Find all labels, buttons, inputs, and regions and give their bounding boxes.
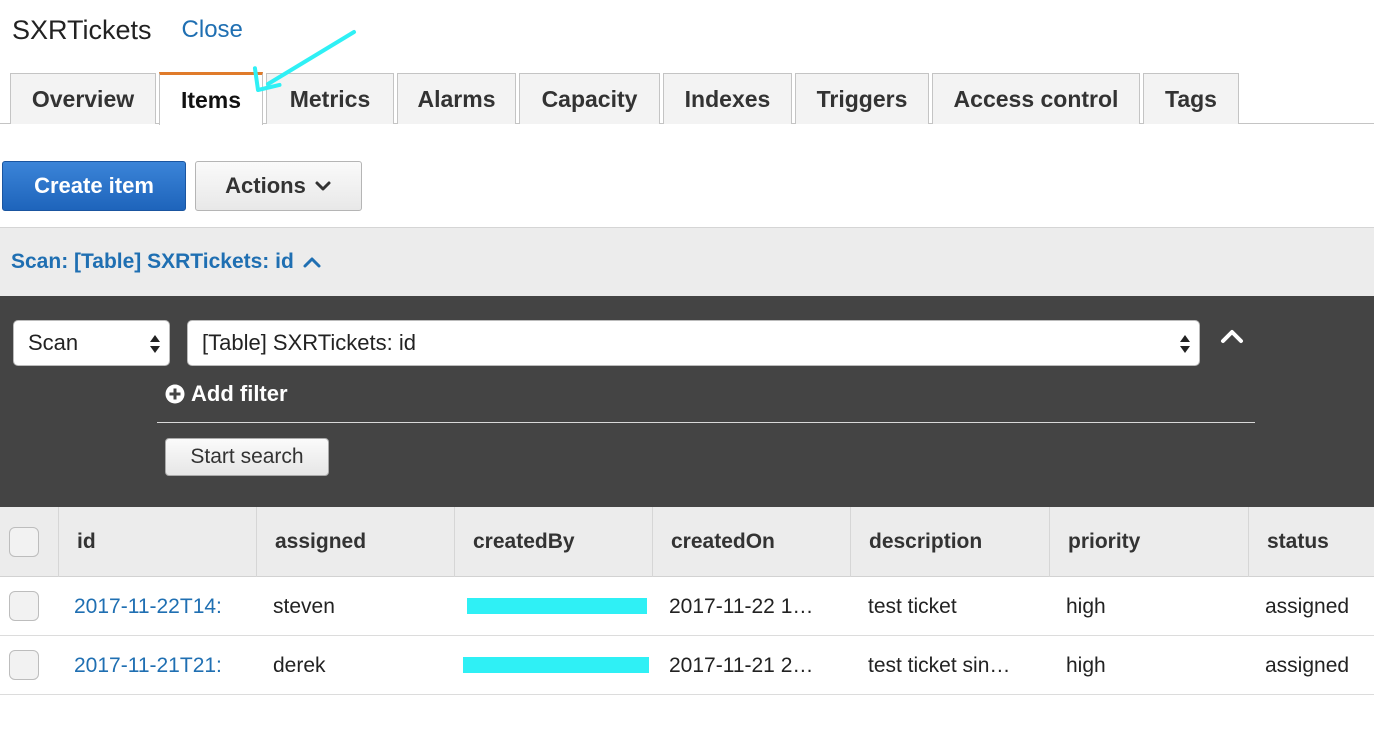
updown-arrows-icon [1180, 335, 1190, 353]
create-item-button[interactable]: Create item [2, 161, 186, 211]
table-index-value: [Table] SXRTickets: id [202, 330, 416, 355]
column-header-createdby[interactable]: createdBy [454, 507, 652, 577]
table-row[interactable]: 2017-11-21T21: derek 2017-11-21 2… test … [0, 636, 1374, 695]
tab-indexes[interactable]: Indexes [663, 73, 792, 124]
column-header-description[interactable]: description [850, 507, 1049, 577]
cell-createdon: 2017-11-22 1… [669, 594, 814, 618]
cell-description: test ticket [868, 594, 957, 618]
tab-overview[interactable]: Overview [10, 73, 156, 124]
row-checkbox[interactable] [9, 650, 39, 680]
tab-items[interactable]: Items [159, 72, 263, 125]
caret-up-icon[interactable] [1218, 326, 1246, 346]
cell-status: assigned [1265, 653, 1350, 677]
close-link[interactable]: Close [182, 16, 243, 44]
scan-section-toggle[interactable]: Scan: [Table] SXRTickets: id [0, 227, 1374, 296]
column-header-priority[interactable]: priority [1049, 507, 1248, 577]
item-id-link[interactable]: 2017-11-22T14: [74, 577, 250, 636]
redaction-mark [463, 657, 649, 673]
table-row[interactable]: 2017-11-22T14: steven 2017-11-22 1… test… [0, 577, 1374, 636]
add-filter-label: Add filter [191, 381, 288, 406]
scan-mode-value: Scan [28, 330, 79, 355]
column-header-assigned[interactable]: assigned [256, 507, 454, 577]
column-header-status[interactable]: status [1248, 507, 1374, 577]
tab-triggers[interactable]: Triggers [795, 73, 929, 124]
tab-metrics[interactable]: Metrics [266, 73, 394, 124]
chevron-down-icon [315, 181, 331, 191]
cell-description: test ticket sin… [868, 653, 1011, 677]
title-bar: SXRTickets Close [12, 12, 243, 48]
scan-header-label: Scan: [Table] SXRTickets: id [11, 250, 294, 273]
cell-status: assigned [1265, 594, 1350, 618]
tab-access-control[interactable]: Access control [932, 73, 1140, 124]
table-index-select[interactable]: [Table] SXRTickets: id [187, 320, 1200, 366]
cell-assigned: derek [273, 653, 326, 677]
cell-priority: high [1066, 594, 1106, 618]
create-item-label: Create item [34, 173, 154, 198]
item-id-link[interactable]: 2017-11-21T21: [74, 636, 250, 695]
start-search-label: Start search [190, 445, 304, 468]
cell-assigned: steven [273, 594, 335, 618]
updown-arrows-icon [150, 335, 160, 353]
plus-circle-icon [165, 384, 185, 404]
select-all-checkbox[interactable] [9, 527, 39, 557]
cell-priority: high [1066, 653, 1106, 677]
add-filter-button[interactable]: Add filter [165, 381, 288, 407]
page-title: SXRTickets [12, 14, 152, 45]
scan-mode-select[interactable]: Scan [13, 320, 170, 366]
tab-alarms[interactable]: Alarms [397, 73, 516, 124]
actions-label: Actions [225, 173, 306, 198]
tab-tags[interactable]: Tags [1143, 73, 1239, 124]
row-checkbox[interactable] [9, 591, 39, 621]
table-header-row: id assigned createdBy createdOn descript… [0, 507, 1374, 577]
tab-bar: Overview Items Metrics Alarms Capacity I… [0, 72, 1374, 125]
column-header-id[interactable]: id [58, 507, 256, 577]
column-header-createdon[interactable]: createdOn [652, 507, 850, 577]
chevron-up-icon [303, 257, 321, 268]
actions-button[interactable]: Actions [195, 161, 362, 211]
cell-createdon: 2017-11-21 2… [669, 653, 814, 677]
redaction-mark [467, 598, 647, 614]
start-search-button[interactable]: Start search [165, 438, 329, 476]
filter-divider [157, 422, 1255, 423]
tab-capacity[interactable]: Capacity [519, 73, 660, 124]
